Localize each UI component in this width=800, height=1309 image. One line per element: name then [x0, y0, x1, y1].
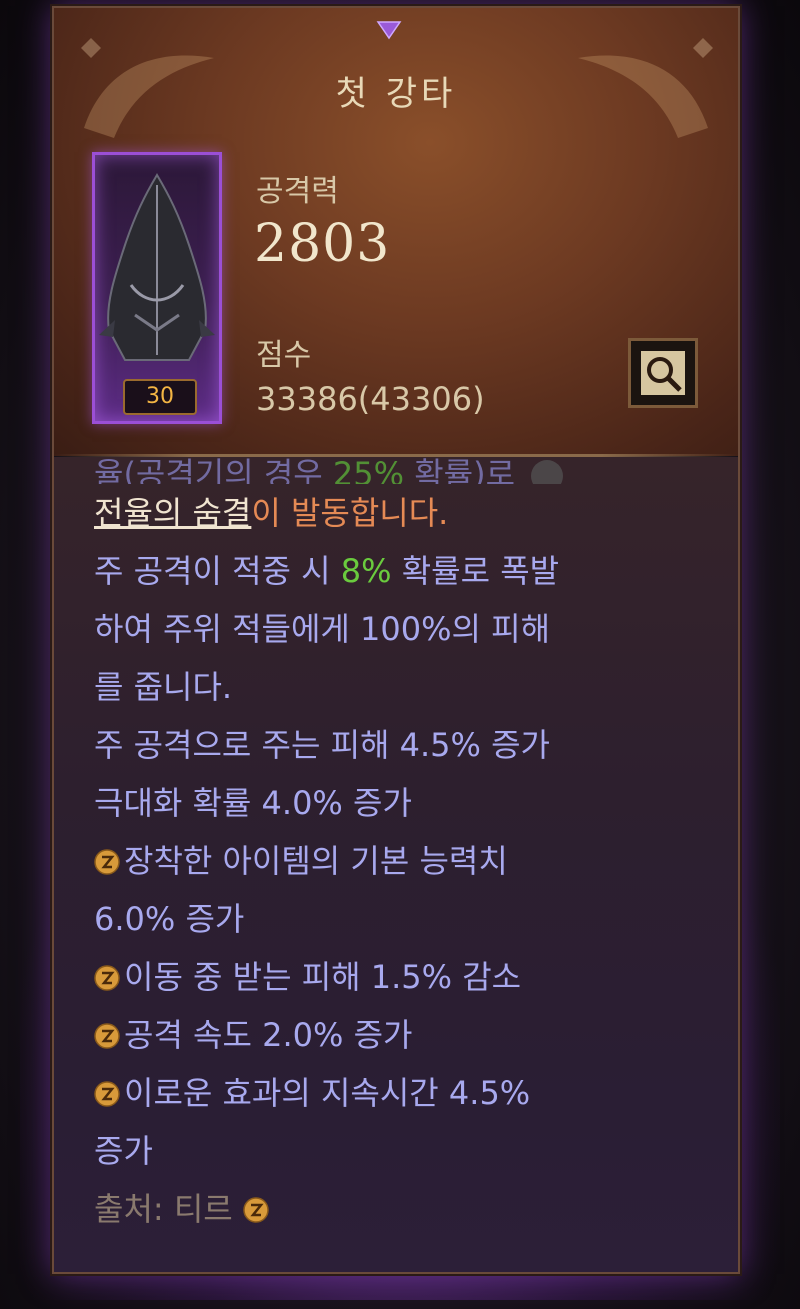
cursor-circle-icon: [531, 460, 564, 484]
attack-label: 공격력: [256, 174, 339, 209]
legendary-power-link[interactable]: 전율의 숨결: [94, 494, 251, 532]
tooltip-header: 첫 강타 30 공격력 2803 점수 33386(43306): [54, 8, 738, 456]
stat-line-6b: 증가: [94, 1132, 153, 1170]
score-value: 33386(43306): [256, 380, 485, 418]
stat-line-1: 주 공격으로 주는 피해 4.5% 증가: [94, 726, 550, 764]
attack-value: 2803: [254, 214, 391, 274]
item-title: 첫 강타: [335, 74, 457, 114]
rune-bullet-icon: [94, 1023, 120, 1049]
stat-line-3: 장착한 아이템의 기본 능력치: [94, 832, 714, 890]
description: 율(공격기의 경우 25% 확률)로 전율의 숨결이 발동합니다. 주 공격이 …: [94, 455, 714, 1238]
gem-icon: [376, 21, 402, 40]
source-line: 출처: 티르: [94, 1180, 714, 1238]
item-level-badge: 30: [123, 379, 197, 415]
rune-bullet-icon: [94, 965, 120, 991]
stat-line-5: 공격 속도 2.0% 증가: [94, 1006, 714, 1064]
compare-button[interactable]: [628, 338, 698, 408]
rune-bullet-icon: [94, 849, 120, 875]
item-tooltip: 첫 강타 30 공격력 2803 점수 33386(43306) 율(공격기의 …: [52, 6, 740, 1274]
legendary-line: 전율의 숨결이 발동합니다.: [94, 494, 449, 532]
magnifier-icon: [641, 351, 685, 395]
stat-line-2: 극대화 확률 4.0% 증가: [94, 784, 412, 822]
desc-line-2: 하여 주위 적들에게 100%의 피해: [94, 610, 551, 648]
rune-bullet-icon: [94, 1081, 120, 1107]
rune-bullet-icon: [243, 1197, 269, 1223]
stat-line-4: 이동 중 받는 피해 1.5% 감소: [94, 948, 714, 1006]
item-icon-frame: 30: [92, 152, 222, 424]
stat-line-3b: 6.0% 증가: [94, 900, 245, 938]
desc-line-3: 를 줍니다.: [94, 668, 233, 706]
scrolled-line: 율(공격기의 경우 25% 확률)로: [94, 454, 714, 484]
score-label: 점수: [256, 338, 312, 373]
desc-line-1: 주 공격이 적중 시 8% 확률로 폭발: [94, 552, 560, 590]
stat-line-6: 이로운 효과의 지속시간 4.5%: [94, 1064, 714, 1122]
